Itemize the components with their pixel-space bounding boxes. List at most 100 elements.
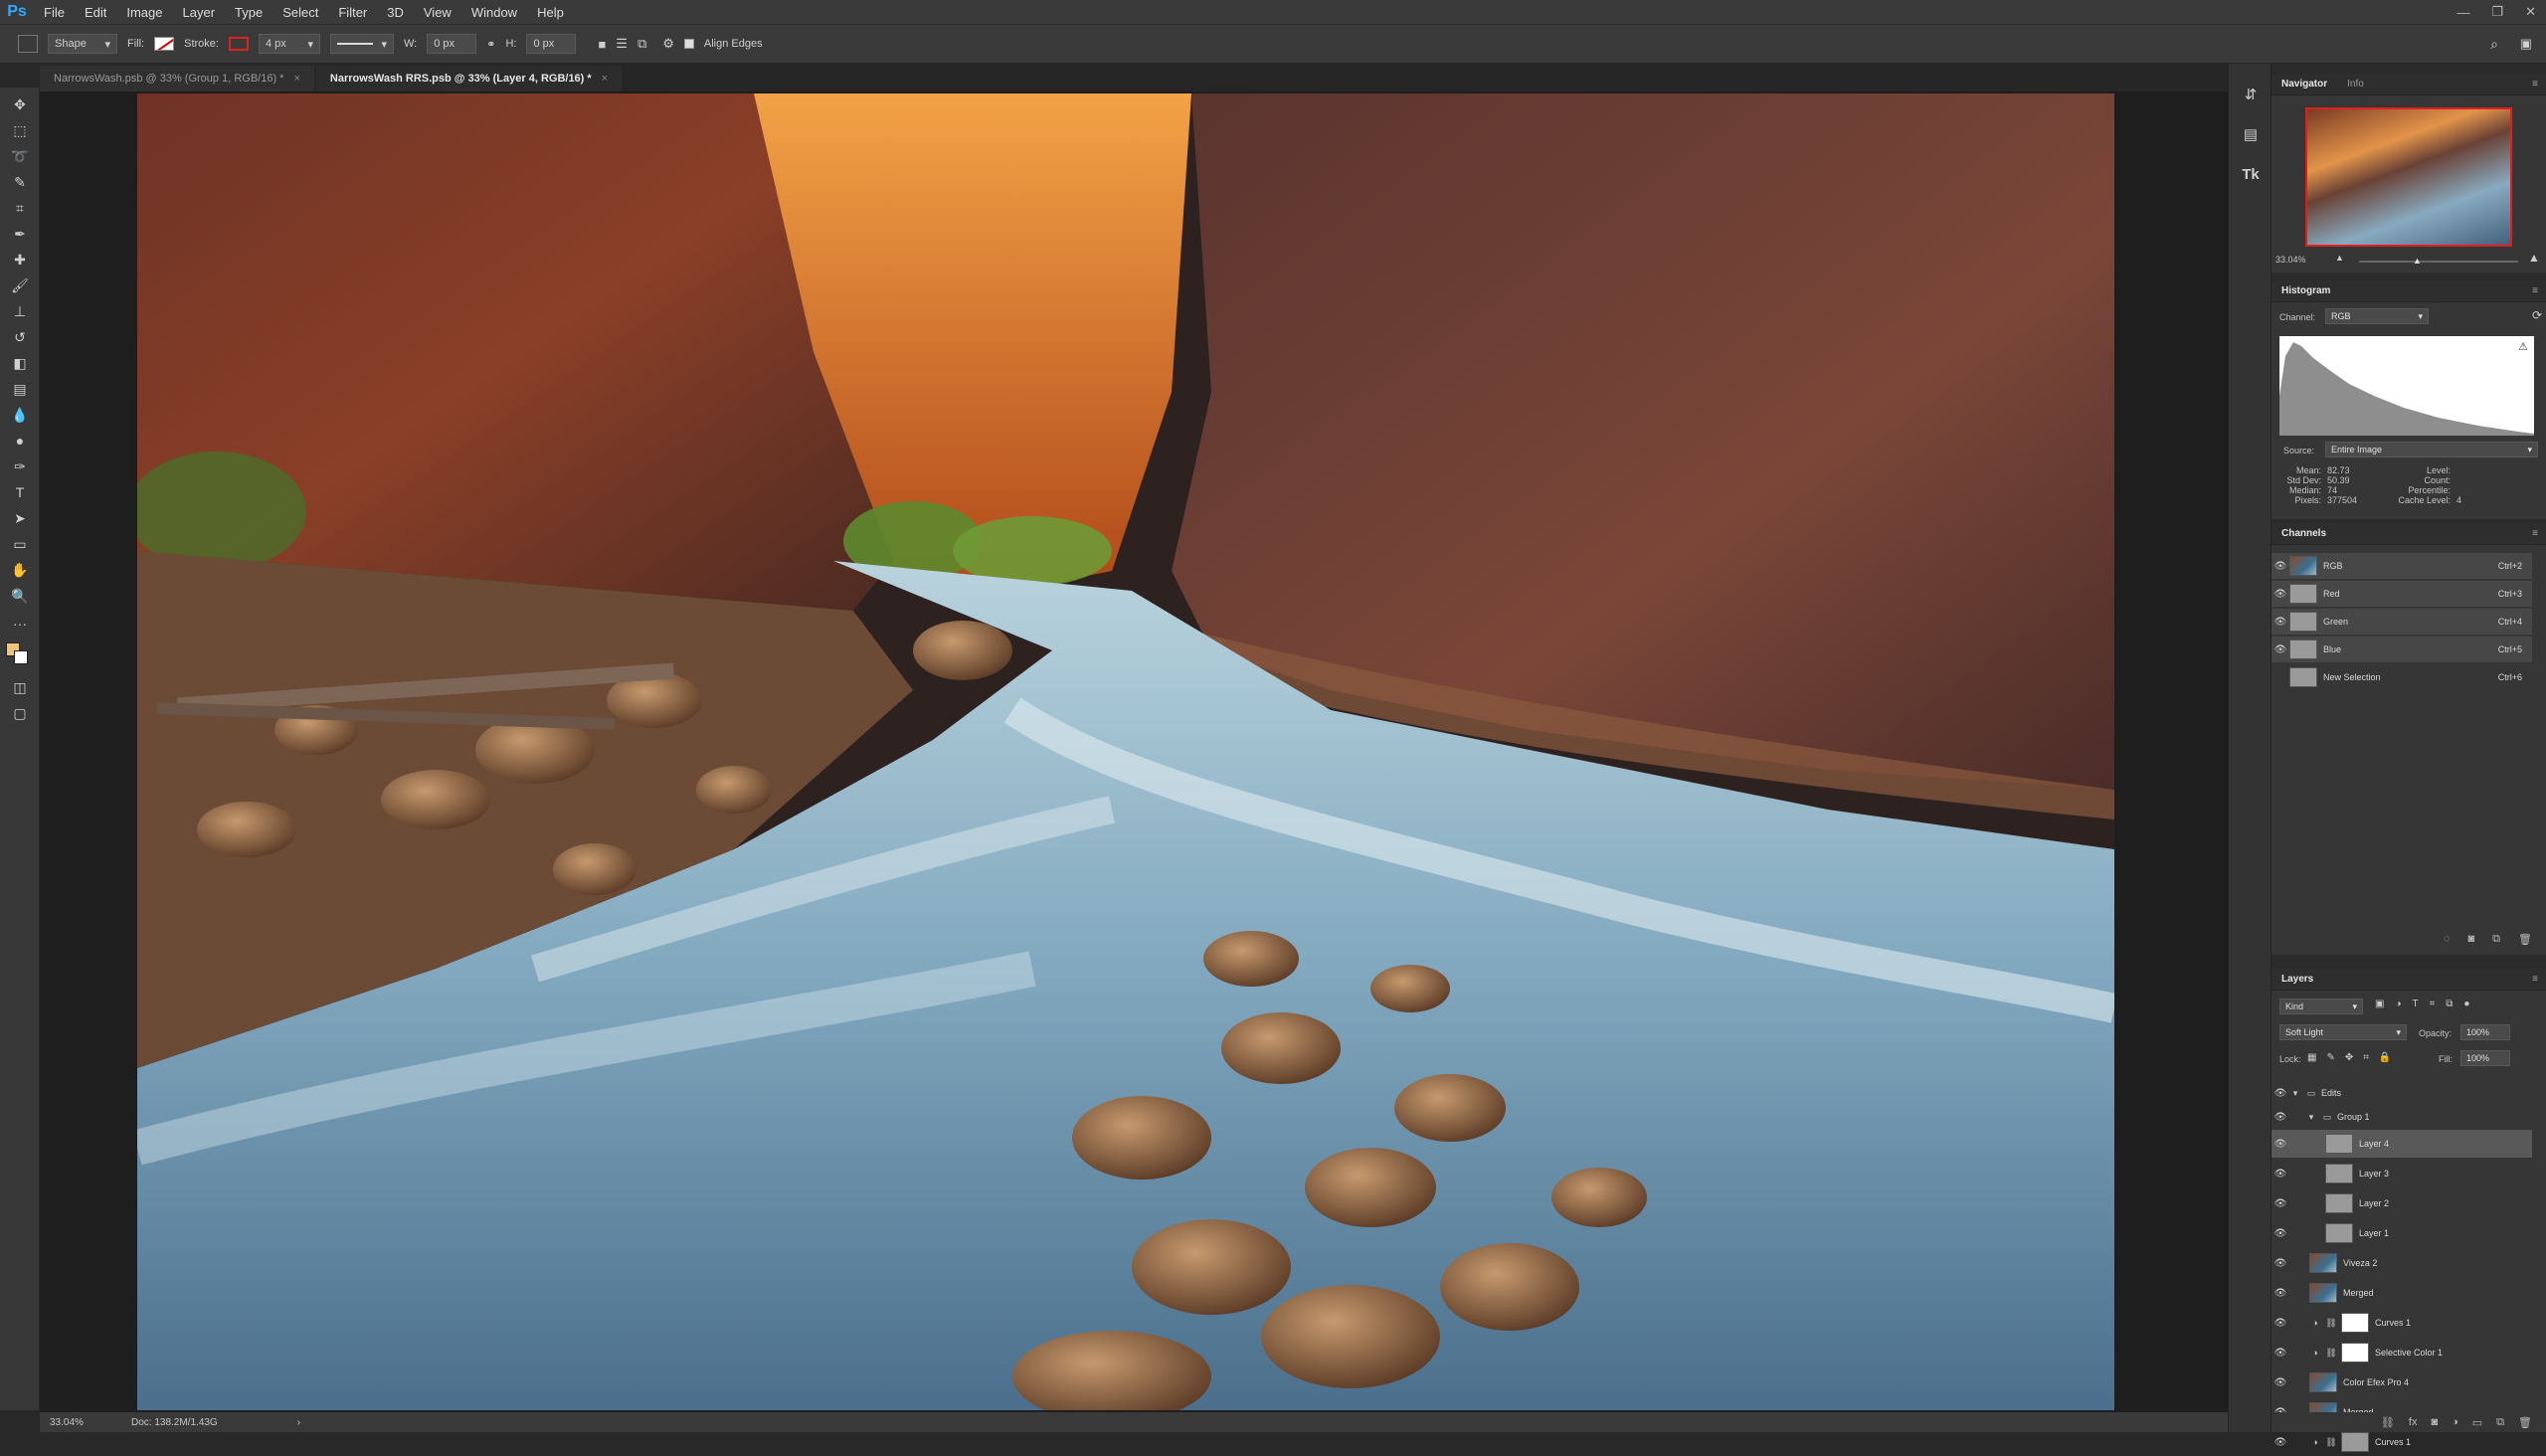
- layer-row-merged[interactable]: 👁 Merged: [2272, 1279, 2532, 1307]
- path-operations-icon[interactable]: ■: [598, 37, 606, 52]
- panel-menu-icon[interactable]: ≡: [2532, 285, 2538, 296]
- layer-row-layer-4[interactable]: 👁 Layer 4: [2272, 1130, 2532, 1158]
- align-edges-checkbox[interactable]: [683, 39, 694, 49]
- eye-icon[interactable]: 👁: [2272, 1437, 2289, 1448]
- new-adjustment-icon[interactable]: ◑: [2452, 1416, 2458, 1428]
- search-icon[interactable]: ⌕: [2490, 36, 2498, 53]
- eye-icon[interactable]: 👁: [2272, 644, 2289, 655]
- refresh-icon[interactable]: ⟳: [2532, 308, 2542, 322]
- layer-filter-select[interactable]: Kind ▾: [2279, 999, 2363, 1014]
- dodge-tool-icon[interactable]: ●: [8, 430, 32, 452]
- menu-edit[interactable]: Edit: [75, 5, 116, 20]
- move-tool-icon[interactable]: ✥: [8, 93, 32, 115]
- eye-icon[interactable]: 👁: [2272, 617, 2289, 628]
- eye-icon[interactable]: 👁: [2272, 1258, 2289, 1269]
- link-layers-icon[interactable]: ⛓: [2381, 1416, 2395, 1429]
- layer-row-curves-1b[interactable]: 👁 ◑ ⛓ Curves 1: [2272, 1428, 2532, 1456]
- filter-shape-icon[interactable]: ⌗: [2430, 999, 2436, 1009]
- more-tools-icon[interactable]: ···: [8, 613, 32, 635]
- path-selection-tool-icon[interactable]: ➤: [8, 507, 32, 529]
- tab-info[interactable]: Info: [2337, 79, 2374, 90]
- pen-tool-icon[interactable]: ✑: [8, 455, 32, 477]
- zoom-in-icon[interactable]: ▲: [2528, 251, 2540, 265]
- channel-row-selection[interactable]: New Selection Ctrl+6: [2272, 664, 2532, 690]
- rectangle-tool-icon[interactable]: ▭: [8, 533, 32, 555]
- type-tool-icon[interactable]: T: [8, 481, 32, 503]
- chevron-down-icon[interactable]: ▾: [2289, 1088, 2301, 1099]
- lock-image-icon[interactable]: ✎: [2326, 1052, 2334, 1063]
- menu-type[interactable]: Type: [225, 5, 273, 20]
- layer-mask-thumbnail[interactable]: [2341, 1432, 2369, 1452]
- layer-row-layer-1[interactable]: 👁 Layer 1: [2272, 1219, 2532, 1247]
- lock-transparent-icon[interactable]: ▦: [2307, 1052, 2316, 1063]
- blend-mode-select[interactable]: Soft Light ▾: [2279, 1024, 2407, 1040]
- type-panel-icon[interactable]: Tk: [2239, 163, 2263, 187]
- clone-stamp-tool-icon[interactable]: ⊥: [8, 300, 32, 322]
- zoom-slider[interactable]: [2359, 261, 2518, 263]
- menu-view[interactable]: View: [414, 5, 461, 20]
- new-layer-icon[interactable]: ⧉: [2496, 1416, 2504, 1429]
- filter-adjustment-icon[interactable]: ◑: [2395, 999, 2401, 1009]
- new-group-icon[interactable]: ▭: [2472, 1416, 2482, 1429]
- layer-style-icon[interactable]: fx: [2409, 1416, 2418, 1428]
- menu-3d[interactable]: 3D: [377, 5, 414, 20]
- stroke-type-select[interactable]: ▾: [329, 34, 394, 54]
- channel-row-blue[interactable]: 👁 Blue Ctrl+5: [2272, 637, 2532, 662]
- document-tab-2[interactable]: NarrowsWash RRS.psb @ 33% (Layer 4, RGB/…: [315, 66, 623, 91]
- brush-tool-icon[interactable]: 🖌: [8, 274, 32, 296]
- opacity-field[interactable]: 100%: [2460, 1024, 2510, 1040]
- eye-icon[interactable]: 👁: [2272, 589, 2289, 600]
- stroke-swatch[interactable]: [228, 37, 249, 51]
- lasso-tool-icon[interactable]: ➰: [8, 145, 32, 167]
- gradient-tool-icon[interactable]: ▤: [8, 378, 32, 400]
- chevron-down-icon[interactable]: ▾: [2305, 1112, 2317, 1123]
- link-icon[interactable]: ⛓: [2325, 1437, 2337, 1448]
- close-window-button[interactable]: ✕: [2525, 4, 2536, 20]
- height-field[interactable]: 0 px: [526, 34, 577, 54]
- stroke-width-field[interactable]: 4 px ▾: [258, 34, 320, 54]
- history-brush-tool-icon[interactable]: ↺: [8, 326, 32, 348]
- eyedropper-tool-icon[interactable]: ✒: [8, 223, 32, 245]
- document-tab-1[interactable]: NarrowsWash.psb @ 33% (Group 1, RGB/16) …: [40, 66, 314, 91]
- close-icon[interactable]: ×: [602, 73, 608, 85]
- panel-menu-icon[interactable]: ≡: [2532, 79, 2538, 90]
- path-alignment-icon[interactable]: ☰: [616, 36, 628, 52]
- layer-row-edits[interactable]: 👁 ▾ ▭ Edits: [2272, 1082, 2532, 1104]
- fill-field[interactable]: 100%: [2460, 1050, 2510, 1066]
- crop-tool-icon[interactable]: ⌗: [8, 197, 32, 219]
- menu-window[interactable]: Window: [461, 5, 527, 20]
- tool-preset-picker[interactable]: [18, 35, 38, 53]
- zoom-slider-handle[interactable]: ▲: [2413, 256, 2422, 266]
- panel-menu-icon[interactable]: ≡: [2532, 528, 2538, 539]
- properties-panel-icon[interactable]: ▤: [2239, 123, 2263, 147]
- healing-brush-tool-icon[interactable]: ✚: [8, 249, 32, 271]
- workspace-icon[interactable]: ▣: [2520, 36, 2532, 52]
- eye-icon[interactable]: 👁: [2272, 1088, 2289, 1099]
- filter-toggle-icon[interactable]: ●: [2463, 999, 2469, 1009]
- eye-icon[interactable]: 👁: [2272, 561, 2289, 572]
- layer-mask-thumbnail[interactable]: [2341, 1343, 2369, 1363]
- eye-icon[interactable]: 👁: [2272, 1288, 2289, 1299]
- lock-position-icon[interactable]: ✥: [2345, 1052, 2353, 1063]
- quick-selection-tool-icon[interactable]: ✎: [8, 171, 32, 193]
- width-field[interactable]: 0 px: [427, 34, 477, 54]
- filter-pixel-icon[interactable]: ▣: [2375, 999, 2384, 1009]
- new-channel-icon[interactable]: ⧉: [2492, 933, 2500, 953]
- eye-icon[interactable]: 👁: [2272, 1139, 2289, 1150]
- lock-artboard-icon[interactable]: ⌗: [2363, 1052, 2369, 1063]
- channel-row-green[interactable]: 👁 Green Ctrl+4: [2272, 609, 2532, 635]
- navigator-preview[interactable]: [2305, 107, 2512, 247]
- minimize-button[interactable]: —: [2456, 5, 2469, 20]
- channel-select[interactable]: RGB ▾: [2325, 308, 2429, 324]
- load-selection-icon[interactable]: ◌: [2444, 933, 2451, 953]
- menu-help[interactable]: Help: [527, 5, 574, 20]
- eye-icon[interactable]: 👁: [2272, 1112, 2289, 1123]
- layer-row-curves-1[interactable]: 👁 ◑ ⛓ Curves 1: [2272, 1309, 2532, 1337]
- menu-select[interactable]: Select: [273, 5, 328, 20]
- link-icon[interactable]: ⚭: [486, 38, 495, 51]
- hand-tool-icon[interactable]: ✋: [8, 559, 32, 581]
- menu-image[interactable]: Image: [116, 5, 172, 20]
- history-panel-icon[interactable]: ⇵: [2239, 84, 2263, 107]
- add-mask-icon[interactable]: ◙: [2431, 1416, 2438, 1428]
- layer-mask-thumbnail[interactable]: [2341, 1313, 2369, 1333]
